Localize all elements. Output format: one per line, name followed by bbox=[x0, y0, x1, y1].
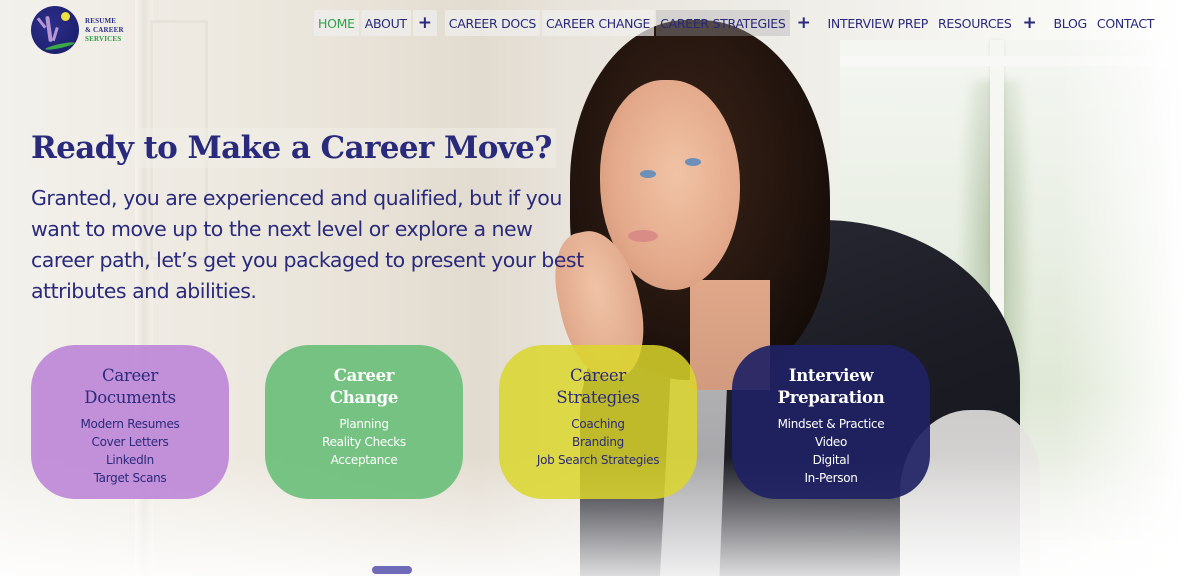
card-career-change[interactable]: Career Change Planning Reality Checks Ac… bbox=[265, 345, 463, 499]
expand-strategies-plus-icon[interactable]: + bbox=[792, 10, 816, 36]
nav-career-docs[interactable]: CAREER DOCS bbox=[444, 10, 541, 36]
card-item: Cover Letters bbox=[91, 435, 169, 449]
logo-line: RESUME bbox=[85, 16, 117, 25]
card-item: Target Scans bbox=[93, 471, 167, 485]
logo-line: SERVICES bbox=[85, 34, 122, 43]
nav-home[interactable]: HOME bbox=[314, 10, 359, 36]
woman-eye bbox=[640, 170, 656, 178]
nav-about[interactable]: ABOUT bbox=[360, 10, 411, 36]
card-item: Coaching bbox=[571, 417, 625, 431]
card-title-line: Career bbox=[102, 366, 158, 385]
nav-career-change[interactable]: CAREER CHANGE bbox=[542, 10, 655, 36]
sun-icon bbox=[61, 12, 70, 21]
nav-contact[interactable]: CONTACT bbox=[1093, 10, 1158, 36]
figure-icon bbox=[45, 15, 53, 43]
card-title-line: Documents bbox=[84, 388, 176, 407]
card-career-strategies[interactable]: Career Strategies Coaching Branding Job … bbox=[499, 345, 697, 499]
card-title: Career Change bbox=[265, 365, 463, 409]
hero-title: Ready to Make a Career Move? bbox=[31, 128, 556, 168]
card-item: Job Search Strategies bbox=[536, 453, 660, 467]
nav-resources[interactable]: RESOURCES bbox=[934, 10, 1015, 36]
logo-mark-icon bbox=[31, 6, 79, 54]
card-title-line: Strategies bbox=[556, 388, 640, 407]
logo-text: RESUME & CAREER SERVICES bbox=[85, 17, 124, 44]
card-title-line: Preparation bbox=[777, 388, 885, 407]
nav-blog[interactable]: BLOG bbox=[1049, 10, 1090, 36]
card-item: Modern Resumes bbox=[80, 417, 180, 431]
card-title-line: Career bbox=[570, 366, 626, 385]
woman-eye bbox=[685, 158, 701, 166]
logo-line: & CAREER bbox=[85, 25, 124, 34]
card-title-line: Career bbox=[333, 366, 395, 385]
card-item: Mindset & Practice bbox=[777, 417, 885, 431]
card-item: Branding bbox=[572, 435, 624, 449]
card-item: Acceptance bbox=[330, 453, 398, 467]
expand-resources-plus-icon[interactable]: + bbox=[1017, 10, 1041, 36]
nav-career-strategies[interactable]: CAREER STRATEGIES bbox=[656, 10, 790, 36]
card-interview-preparation[interactable]: Interview Preparation Mindset & Practice… bbox=[732, 345, 930, 499]
card-item: LinkedIn bbox=[106, 453, 154, 467]
site-logo[interactable]: RESUME & CAREER SERVICES bbox=[31, 6, 124, 54]
card-item: Reality Checks bbox=[322, 435, 406, 449]
card-item: Planning bbox=[339, 417, 389, 431]
card-title: Career Documents bbox=[31, 365, 229, 409]
card-title-line: Interview bbox=[788, 366, 874, 385]
grass-swoosh-icon bbox=[44, 40, 76, 52]
card-item: In-Person bbox=[804, 471, 858, 485]
woman-lips bbox=[628, 230, 658, 242]
pen bbox=[372, 566, 412, 574]
card-item: Digital bbox=[812, 453, 850, 467]
main-nav: HOME ABOUT + CAREER DOCS CAREER CHANGE C… bbox=[314, 10, 1160, 36]
expand-about-plus-icon[interactable]: + bbox=[412, 10, 437, 36]
card-item: Video bbox=[814, 435, 848, 449]
card-title: Career Strategies bbox=[499, 365, 697, 409]
nav-interview-prep[interactable]: INTERVIEW PREP bbox=[824, 10, 933, 36]
card-title: Interview Preparation bbox=[732, 365, 930, 409]
card-career-documents[interactable]: Career Documents Modern Resumes Cover Le… bbox=[31, 345, 229, 499]
hero-body: Granted, you are experienced and qualifi… bbox=[31, 186, 584, 303]
card-title-line: Change bbox=[329, 388, 399, 407]
